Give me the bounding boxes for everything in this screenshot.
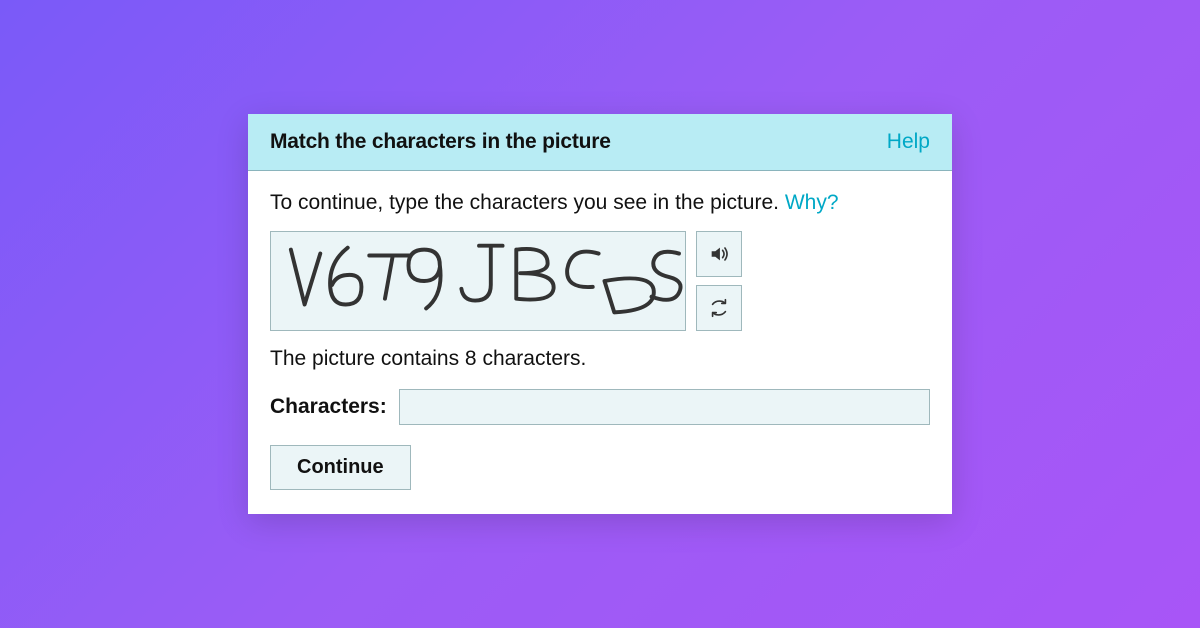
characters-input-row: Characters: bbox=[270, 389, 930, 425]
captcha-glyphs bbox=[277, 232, 685, 330]
dialog-header: Match the characters in the picture Help bbox=[248, 114, 952, 171]
captcha-side-buttons bbox=[696, 231, 742, 331]
dialog-title: Match the characters in the picture bbox=[270, 130, 611, 154]
prompt-main: To continue, type the characters you see… bbox=[270, 191, 785, 214]
captcha-image bbox=[270, 231, 686, 331]
audio-button[interactable] bbox=[696, 231, 742, 277]
audio-icon bbox=[708, 243, 730, 265]
hint-text: The picture contains 8 characters. bbox=[270, 347, 930, 371]
characters-label: Characters: bbox=[270, 395, 387, 419]
prompt-text: To continue, type the characters you see… bbox=[270, 191, 930, 215]
refresh-button[interactable] bbox=[696, 285, 742, 331]
refresh-icon bbox=[708, 297, 730, 319]
captcha-row bbox=[270, 231, 930, 331]
characters-input[interactable] bbox=[399, 389, 930, 425]
help-link[interactable]: Help bbox=[887, 130, 930, 154]
why-link[interactable]: Why? bbox=[785, 191, 839, 214]
dialog-body: To continue, type the characters you see… bbox=[248, 171, 952, 514]
continue-button[interactable]: Continue bbox=[270, 445, 411, 490]
captcha-dialog: Match the characters in the picture Help… bbox=[248, 114, 952, 514]
